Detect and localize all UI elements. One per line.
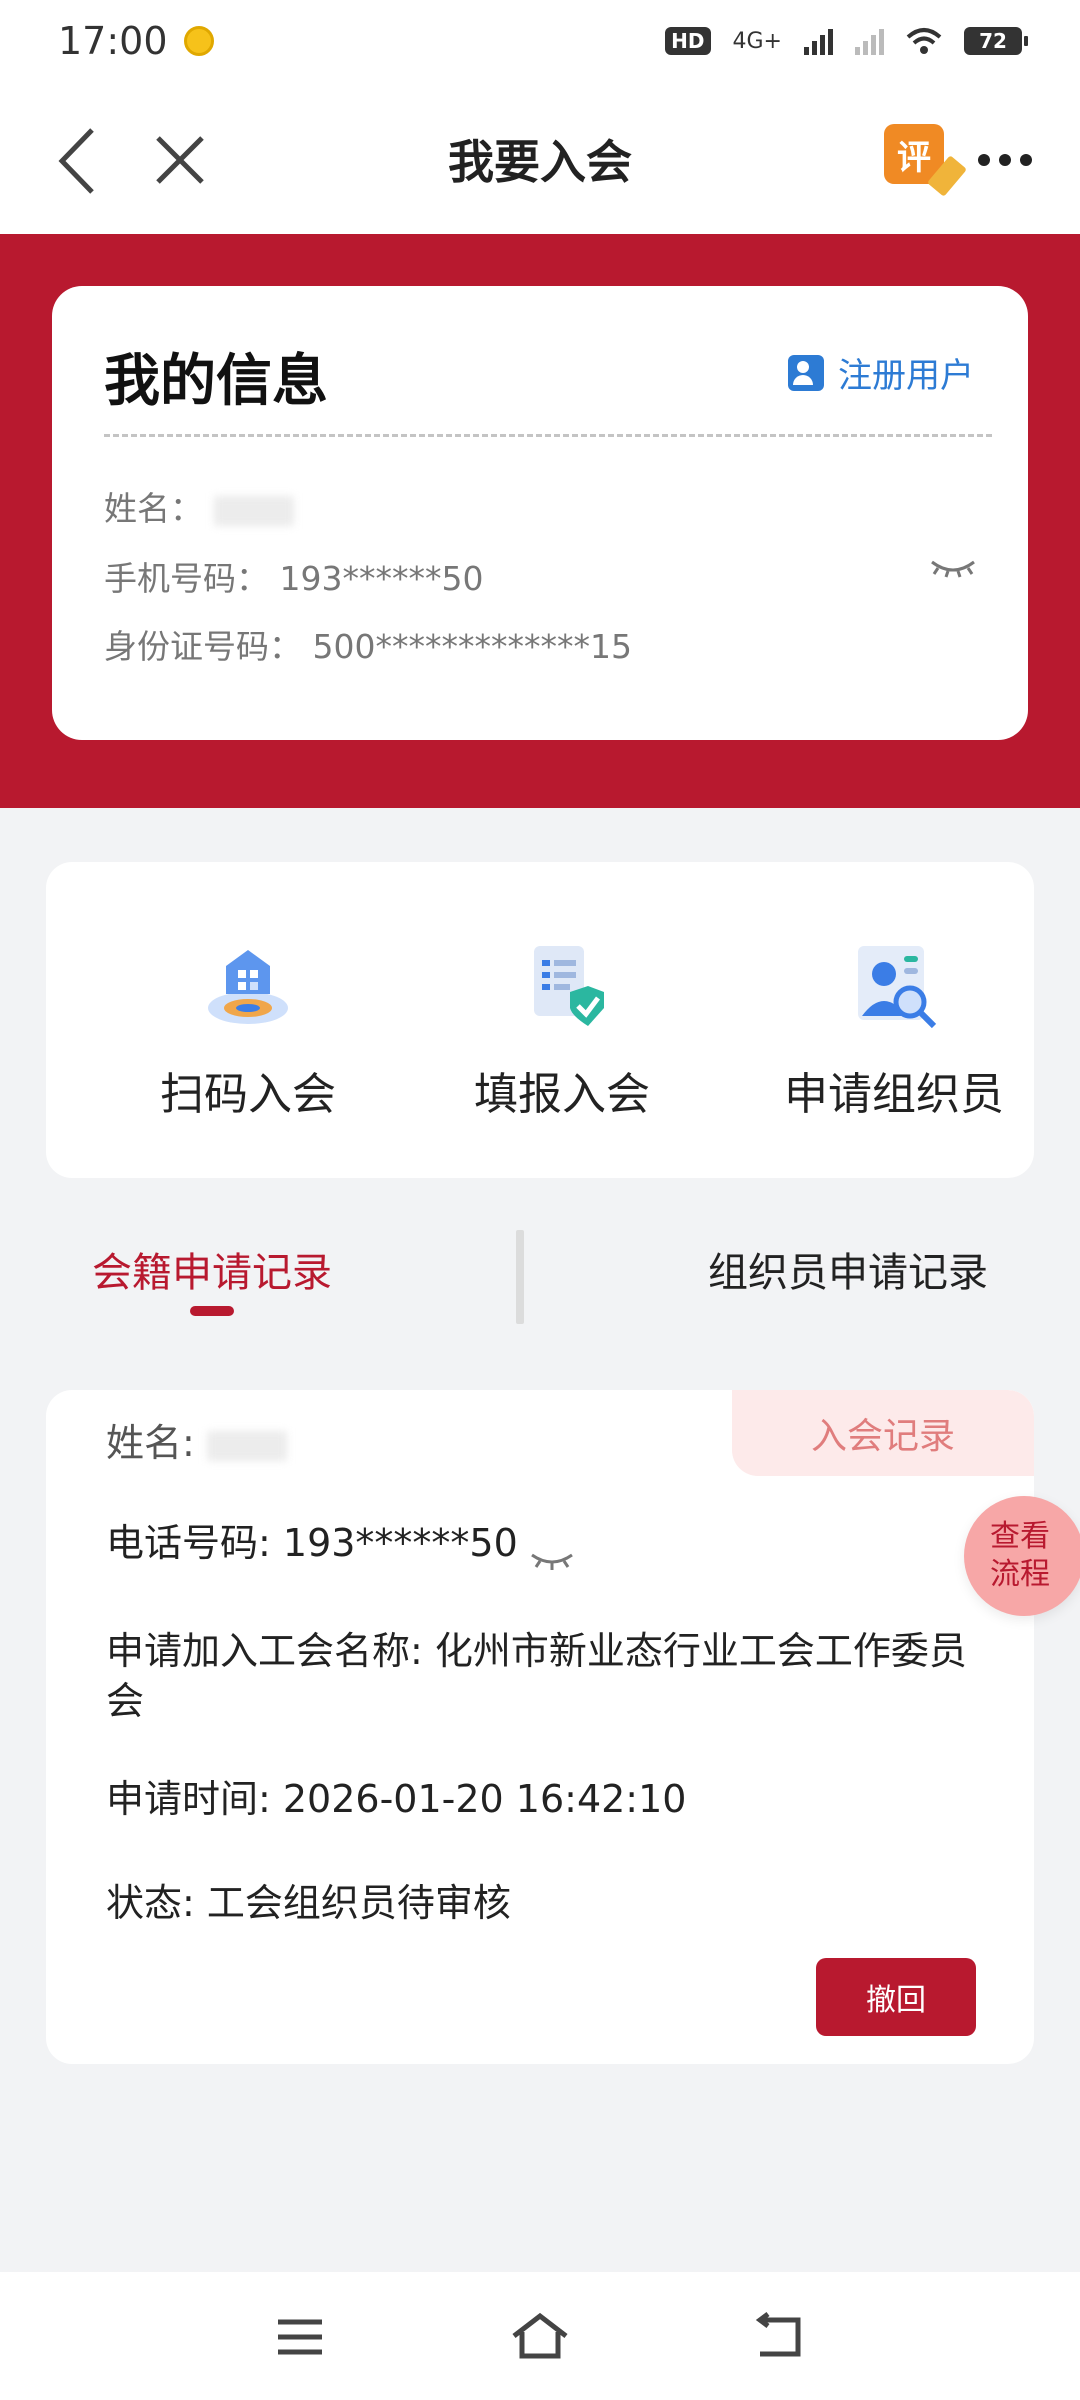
review-label: 评 [897,137,931,178]
tab-divider [516,1230,524,1324]
phone-row: 手机号码： 193******50 [104,552,483,600]
action-card: 扫码入会 填报入会 申请组织员 [46,862,1034,1178]
tab-organizer-records[interactable]: 组织员申请记录 [708,1240,988,1298]
user-search-icon [844,936,944,1036]
eye-closed-icon[interactable] [530,1535,574,1570]
fill-join-button[interactable]: 填报入会 [412,936,712,1122]
tab-membership-records[interactable]: 会籍申请记录 [92,1240,332,1298]
withdraw-button[interactable]: 撤回 [816,1958,976,2036]
network-type: 4G+ [732,28,782,54]
id-label: 身份证号码： [104,627,302,666]
user-add-icon [788,354,824,391]
record-phone-label: 电话号码: [106,1521,271,1565]
record-card: 入会记录 姓名: 电话号码: 193******50 申请加入工会名称: 化州市… [46,1390,1034,2064]
id-value: 500*************15 [312,627,632,666]
form-check-icon [512,936,612,1036]
battery-icon: 72 [964,27,1028,55]
name-value-redacted [213,495,294,526]
record-phone-value: 193******50 [282,1521,518,1565]
record-name-label: 姓名: [106,1421,195,1465]
system-nav-bar [0,2272,1080,2400]
review-button[interactable]: 评 [884,124,967,197]
coin-icon [183,26,214,56]
home-button[interactable] [510,2312,570,2362]
home-icon [512,2312,568,2359]
fill-join-label: 填报入会 [474,1069,650,1120]
status-time: 17:00 [58,19,168,63]
hd-badge: HD [665,27,711,55]
apply-organizer-button[interactable]: 申请组织员 [744,936,1044,1122]
record-status: 状态: 工会组织员待审核 [106,1881,511,1925]
view-process-button[interactable]: 查看 流程 [964,1496,1080,1616]
menu-icon [278,2319,322,2355]
signal-secondary-icon [855,27,884,55]
record-tabs: 会籍申请记录 组织员申请记录 [0,1230,1080,1340]
phone-label: 手机号码： [104,559,269,598]
id-row: 身份证号码： 500*************15 [104,620,632,668]
more-dot [978,154,990,166]
status-left: 17:00 [58,19,214,63]
back-arrow-icon [755,2312,801,2357]
back-nav-button[interactable] [750,2312,810,2362]
scan-join-button[interactable]: 扫码入会 [98,936,398,1122]
more-dot [999,154,1011,166]
record-union-name: 申请加入工会名称: 化州市新业态行业工会工作委员会 [106,1629,967,1723]
status-right: HD 4G+ 72 [665,27,1028,55]
wifi-icon [906,27,942,55]
more-button[interactable] [978,150,1032,170]
record-name-row: 姓名: [106,1418,986,1468]
divider [104,434,992,437]
more-dot [1020,154,1032,166]
name-label: 姓名： [104,489,203,528]
signal-icon [804,27,833,55]
register-user-link[interactable]: 注册用户 [788,348,974,397]
eye-closed-icon[interactable] [928,554,978,584]
apply-organizer-label: 申请组织员 [784,1069,1004,1120]
info-title: 我的信息 [104,349,328,414]
view-process-line2: 流程 [990,1557,1050,1592]
menu-button[interactable] [270,2312,330,2362]
register-label: 注册用户 [838,356,974,396]
view-process-line1: 查看 [990,1519,1050,1554]
record-name-redacted [206,1430,287,1461]
view-process-label: 查看 流程 [990,1518,1050,1594]
scan-icon [198,936,298,1036]
my-info-card: 我的信息 注册用户 姓名： 手机号码： 193******50 身份证号码： 5… [52,286,1028,740]
scan-join-label: 扫码入会 [160,1069,336,1120]
record-apply-time: 申请时间: 2026-01-20 16:42:10 [106,1777,687,1821]
title-bar: 我要入会 评 [0,82,1080,234]
name-row: 姓名： [104,482,294,530]
active-tab-indicator [190,1306,234,1316]
record-phone-row: 电话号码: 193******50 [106,1518,986,1570]
status-bar: 17:00 HD 4G+ 72 [0,0,1080,82]
phone-value: 193******50 [279,559,484,598]
